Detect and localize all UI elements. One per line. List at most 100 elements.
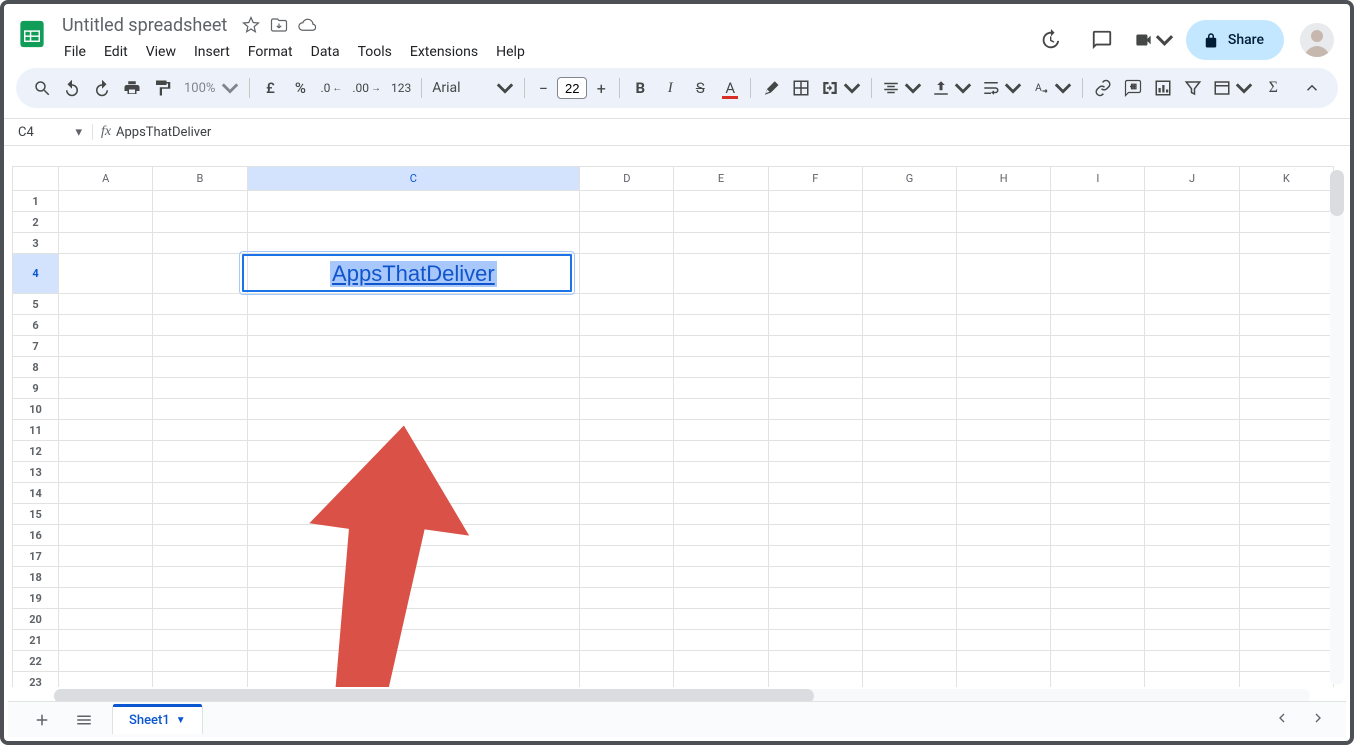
document-title[interactable]: Untitled spreadsheet (56, 13, 233, 38)
add-sheet-button[interactable] (28, 706, 56, 734)
cell-J1[interactable] (1145, 191, 1239, 212)
cell-E10[interactable] (674, 399, 768, 420)
cell-K2[interactable] (1239, 212, 1333, 233)
menu-tools[interactable]: Tools (350, 40, 400, 64)
cell-A4[interactable] (59, 254, 153, 294)
insert-link-icon[interactable] (1089, 74, 1117, 102)
column-header-K[interactable]: K (1239, 167, 1333, 191)
cell-H20[interactable] (957, 609, 1051, 630)
cell-H10[interactable] (957, 399, 1051, 420)
cell-A9[interactable] (59, 378, 153, 399)
cell-F7[interactable] (768, 336, 862, 357)
cell-A2[interactable] (59, 212, 153, 233)
cloud-status-icon[interactable] (297, 15, 317, 35)
cell-E9[interactable] (674, 378, 768, 399)
cell-J11[interactable] (1145, 420, 1239, 441)
text-wrap-icon[interactable] (978, 74, 1026, 102)
cell-K6[interactable] (1239, 315, 1333, 336)
row-header-8[interactable]: 8 (13, 357, 59, 378)
cell-C20[interactable] (247, 609, 580, 630)
cell-J13[interactable] (1145, 462, 1239, 483)
cell-K15[interactable] (1239, 504, 1333, 525)
cell-C2[interactable] (247, 212, 580, 233)
cell-B18[interactable] (153, 567, 247, 588)
cell-G21[interactable] (862, 630, 956, 651)
italic-icon[interactable]: I (656, 74, 684, 102)
cell-G1[interactable] (862, 191, 956, 212)
cell-E2[interactable] (674, 212, 768, 233)
cell-B6[interactable] (153, 315, 247, 336)
cell-G8[interactable] (862, 357, 956, 378)
decrease-font-size-button[interactable]: − (531, 76, 555, 100)
cell-C16[interactable] (247, 525, 580, 546)
cell-H11[interactable] (957, 420, 1051, 441)
cell-H9[interactable] (957, 378, 1051, 399)
row-header-18[interactable]: 18 (13, 567, 59, 588)
menu-help[interactable]: Help (488, 40, 533, 64)
cell-C17[interactable] (247, 546, 580, 567)
strikethrough-icon[interactable]: S (686, 74, 714, 102)
cell-B21[interactable] (153, 630, 247, 651)
cell-F8[interactable] (768, 357, 862, 378)
cell-F22[interactable] (768, 651, 862, 672)
meet-icon[interactable] (1134, 20, 1174, 60)
cell-F18[interactable] (768, 567, 862, 588)
cell-G2[interactable] (862, 212, 956, 233)
cell-F17[interactable] (768, 546, 862, 567)
fill-color-icon[interactable] (757, 74, 785, 102)
cell-E5[interactable] (674, 294, 768, 315)
cell-B8[interactable] (153, 357, 247, 378)
cell-A1[interactable] (59, 191, 153, 212)
cell-H1[interactable] (957, 191, 1051, 212)
cell-J17[interactable] (1145, 546, 1239, 567)
cell-C9[interactable] (247, 378, 580, 399)
cell-I13[interactable] (1051, 462, 1145, 483)
percent-icon[interactable]: % (286, 74, 314, 102)
row-header-23[interactable]: 23 (13, 672, 59, 688)
cell-C21[interactable] (247, 630, 580, 651)
cell-D21[interactable] (580, 630, 674, 651)
cell-K20[interactable] (1239, 609, 1333, 630)
filter-icon[interactable] (1179, 74, 1207, 102)
cell-K23[interactable] (1239, 672, 1333, 688)
cell-D20[interactable] (580, 609, 674, 630)
row-header-9[interactable]: 9 (13, 378, 59, 399)
cell-G22[interactable] (862, 651, 956, 672)
cell-A15[interactable] (59, 504, 153, 525)
menu-edit[interactable]: Edit (96, 40, 136, 64)
text-rotation-icon[interactable]: A (1028, 74, 1076, 102)
cell-G16[interactable] (862, 525, 956, 546)
cell-K5[interactable] (1239, 294, 1333, 315)
cell-F20[interactable] (768, 609, 862, 630)
cell-B2[interactable] (153, 212, 247, 233)
select-all-cell[interactable] (13, 167, 59, 191)
cell-F10[interactable] (768, 399, 862, 420)
cell-E6[interactable] (674, 315, 768, 336)
cell-C5[interactable] (247, 294, 580, 315)
cell-E14[interactable] (674, 483, 768, 504)
row-header-10[interactable]: 10 (13, 399, 59, 420)
cell-G12[interactable] (862, 441, 956, 462)
cell-F3[interactable] (768, 233, 862, 254)
cell-I19[interactable] (1051, 588, 1145, 609)
cell-E11[interactable] (674, 420, 768, 441)
cell-F12[interactable] (768, 441, 862, 462)
column-header-F[interactable]: F (768, 167, 862, 191)
cell-K4[interactable] (1239, 254, 1333, 294)
cell-D2[interactable] (580, 212, 674, 233)
cell-B14[interactable] (153, 483, 247, 504)
cell-K13[interactable] (1239, 462, 1333, 483)
print-icon[interactable] (118, 74, 146, 102)
cell-I21[interactable] (1051, 630, 1145, 651)
cell-I20[interactable] (1051, 609, 1145, 630)
cell-B4[interactable] (153, 254, 247, 294)
cell-J21[interactable] (1145, 630, 1239, 651)
row-header-4[interactable]: 4 (13, 254, 59, 294)
cell-E18[interactable] (674, 567, 768, 588)
insert-comment-icon[interactable] (1119, 74, 1147, 102)
cell-G20[interactable] (862, 609, 956, 630)
column-header-B[interactable]: B (153, 167, 247, 191)
font-family-dropdown[interactable]: Arial (428, 74, 518, 102)
cell-B23[interactable] (153, 672, 247, 688)
cell-I7[interactable] (1051, 336, 1145, 357)
